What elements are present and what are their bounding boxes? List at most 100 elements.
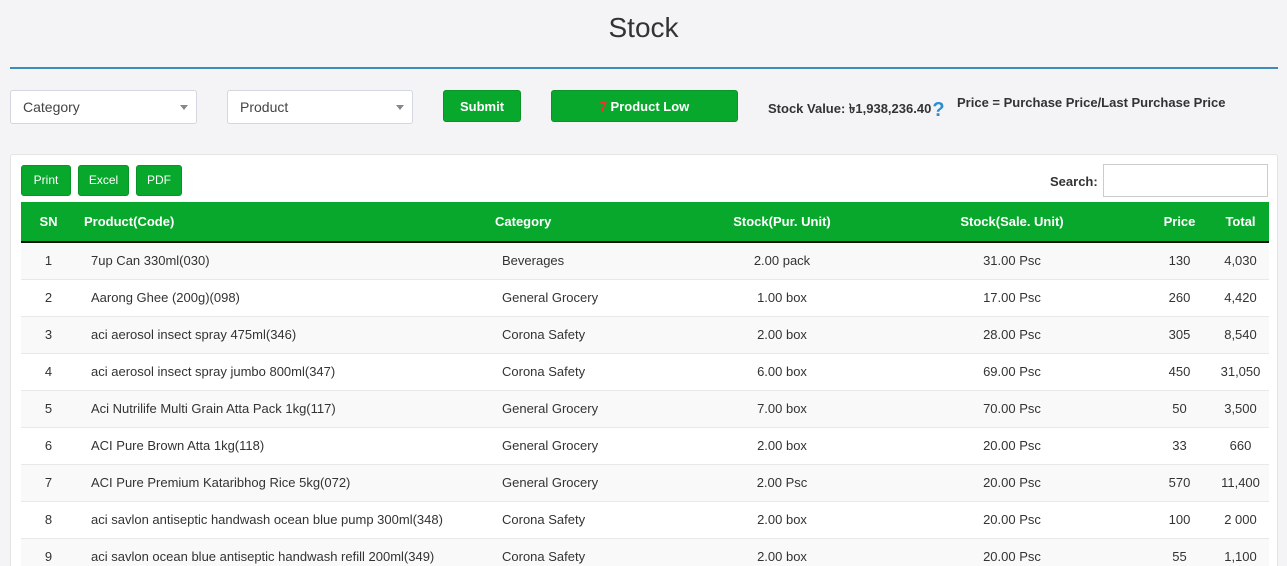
cell-category: General Grocery bbox=[487, 389, 687, 427]
cell-stock-sale-unit: 70.00 Psc bbox=[877, 389, 1147, 427]
stock-table-panel: Print Excel PDF Search: SN Product(Code)… bbox=[10, 154, 1278, 566]
print-button[interactable]: Print bbox=[21, 165, 71, 196]
cell-sn: 9 bbox=[21, 537, 76, 566]
cell-product: aci aerosol insect spray jumbo 800ml(347… bbox=[76, 352, 487, 390]
cell-stock-sale-unit: 17.00 Psc bbox=[877, 278, 1147, 316]
table-row: 1 7up Can 330ml(030) Beverages 2.00 pack… bbox=[21, 241, 1269, 279]
cell-product: Aci Nutrilife Multi Grain Atta Pack 1kg(… bbox=[76, 389, 487, 427]
product-low-label: Product Low bbox=[606, 98, 690, 114]
column-header-stock-pur-unit[interactable]: Stock(Pur. Unit) bbox=[687, 202, 877, 243]
cell-total: 11,400 bbox=[1212, 463, 1269, 501]
column-header-category[interactable]: Category bbox=[487, 202, 687, 243]
cell-stock-sale-unit: 20.00 Psc bbox=[877, 426, 1147, 464]
cell-sn: 1 bbox=[21, 241, 76, 279]
cell-sn: 6 bbox=[21, 426, 76, 464]
cell-price: 100 bbox=[1147, 500, 1212, 538]
column-header-price[interactable]: Price bbox=[1147, 202, 1212, 243]
cell-total: 4,030 bbox=[1212, 241, 1269, 279]
column-header-sn[interactable]: SN bbox=[21, 202, 76, 243]
cell-product: 7up Can 330ml(030) bbox=[76, 241, 487, 279]
stock-value: Stock Value: ৳1,938,236.40? bbox=[768, 99, 945, 122]
cell-stock-sale-unit: 20.00 Psc bbox=[877, 537, 1147, 566]
table-row: 6 ACI Pure Brown Atta 1kg(118) General G… bbox=[21, 426, 1269, 464]
table-row: 3 aci aerosol insect spray 475ml(346) Co… bbox=[21, 315, 1269, 353]
cell-price: 50 bbox=[1147, 389, 1212, 427]
stock-value-amount: ৳1,938,236.40 bbox=[848, 101, 932, 116]
product-low-button[interactable]: 7 Product Low bbox=[551, 90, 738, 122]
cell-category: Corona Safety bbox=[487, 537, 687, 566]
cell-total: 8,540 bbox=[1212, 315, 1269, 353]
title-divider bbox=[10, 67, 1278, 69]
cell-sn: 3 bbox=[21, 315, 76, 353]
cell-stock-pur-unit: 2.00 Psc bbox=[687, 463, 877, 501]
cell-product: ACI Pure Premium Kataribhog Rice 5kg(072… bbox=[76, 463, 487, 501]
cell-price: 305 bbox=[1147, 315, 1212, 353]
product-select-label: Product bbox=[240, 99, 289, 115]
cell-product: aci savlon antiseptic handwash ocean blu… bbox=[76, 500, 487, 538]
column-header-stock-sale-unit[interactable]: Stock(Sale. Unit) bbox=[877, 202, 1147, 243]
stock-table: SN Product(Code) Category Stock(Pur. Uni… bbox=[21, 202, 1269, 566]
cell-stock-pur-unit: 2.00 box bbox=[687, 500, 877, 538]
cell-category: Corona Safety bbox=[487, 352, 687, 390]
cell-total: 2 000 bbox=[1212, 500, 1269, 538]
cell-sn: 2 bbox=[21, 278, 76, 316]
column-header-product[interactable]: Product(Code) bbox=[76, 202, 487, 243]
chevron-down-icon bbox=[180, 105, 188, 110]
category-select[interactable]: Category bbox=[10, 90, 197, 124]
cell-total: 31,050 bbox=[1212, 352, 1269, 390]
cell-product: aci savlon ocean blue antiseptic handwas… bbox=[76, 537, 487, 566]
low-product-count: 7 bbox=[599, 98, 607, 114]
question-icon[interactable]: ? bbox=[932, 99, 944, 122]
product-select[interactable]: Product bbox=[227, 90, 413, 124]
table-row: 4 aci aerosol insect spray jumbo 800ml(3… bbox=[21, 352, 1269, 390]
table-row: 5 Aci Nutrilife Multi Grain Atta Pack 1k… bbox=[21, 389, 1269, 427]
cell-sn: 5 bbox=[21, 389, 76, 427]
cell-category: Corona Safety bbox=[487, 315, 687, 353]
cell-category: General Grocery bbox=[487, 463, 687, 501]
cell-stock-pur-unit: 2.00 box bbox=[687, 426, 877, 464]
cell-category: Corona Safety bbox=[487, 500, 687, 538]
table-row: 2 Aarong Ghee (200g)(098) General Grocer… bbox=[21, 278, 1269, 316]
cell-price: 570 bbox=[1147, 463, 1212, 501]
cell-sn: 8 bbox=[21, 500, 76, 538]
search-input[interactable] bbox=[1103, 164, 1268, 197]
cell-stock-pur-unit: 2.00 pack bbox=[687, 241, 877, 279]
cell-stock-pur-unit: 6.00 box bbox=[687, 352, 877, 390]
cell-stock-sale-unit: 20.00 Psc bbox=[877, 500, 1147, 538]
cell-stock-sale-unit: 69.00 Psc bbox=[877, 352, 1147, 390]
category-select-label: Category bbox=[23, 99, 80, 115]
cell-price: 130 bbox=[1147, 241, 1212, 279]
cell-product: ACI Pure Brown Atta 1kg(118) bbox=[76, 426, 487, 464]
cell-category: General Grocery bbox=[487, 426, 687, 464]
cell-stock-sale-unit: 28.00 Psc bbox=[877, 315, 1147, 353]
cell-price: 260 bbox=[1147, 278, 1212, 316]
cell-stock-sale-unit: 20.00 Psc bbox=[877, 463, 1147, 501]
cell-sn: 7 bbox=[21, 463, 76, 501]
page-title: Stock bbox=[608, 12, 679, 43]
table-header-row: SN Product(Code) Category Stock(Pur. Uni… bbox=[21, 202, 1269, 243]
cell-sn: 4 bbox=[21, 352, 76, 390]
cell-stock-pur-unit: 7.00 box bbox=[687, 389, 877, 427]
cell-category: General Grocery bbox=[487, 278, 687, 316]
cell-product: aci aerosol insect spray 475ml(346) bbox=[76, 315, 487, 353]
cell-total: 3,500 bbox=[1212, 389, 1269, 427]
cell-total: 1,100 bbox=[1212, 537, 1269, 566]
excel-button[interactable]: Excel bbox=[78, 165, 129, 196]
cell-price: 450 bbox=[1147, 352, 1212, 390]
column-header-total[interactable]: Total bbox=[1212, 202, 1269, 243]
pdf-button[interactable]: PDF bbox=[136, 165, 182, 196]
cell-stock-sale-unit: 31.00 Psc bbox=[877, 241, 1147, 279]
cell-stock-pur-unit: 2.00 box bbox=[687, 537, 877, 566]
table-row: 8 aci savlon antiseptic handwash ocean b… bbox=[21, 500, 1269, 538]
submit-button[interactable]: Submit bbox=[443, 90, 521, 122]
cell-price: 33 bbox=[1147, 426, 1212, 464]
cell-total: 4,420 bbox=[1212, 278, 1269, 316]
chevron-down-icon bbox=[396, 105, 404, 110]
cell-category: Beverages bbox=[487, 241, 687, 279]
table-row: 7 ACI Pure Premium Kataribhog Rice 5kg(0… bbox=[21, 463, 1269, 501]
search-label: Search: bbox=[1050, 174, 1098, 189]
price-note: Price = Purchase Price/Last Purchase Pri… bbox=[957, 95, 1226, 110]
cell-total: 660 bbox=[1212, 426, 1269, 464]
stock-value-label: Stock Value: bbox=[768, 101, 849, 116]
cell-price: 55 bbox=[1147, 537, 1212, 566]
